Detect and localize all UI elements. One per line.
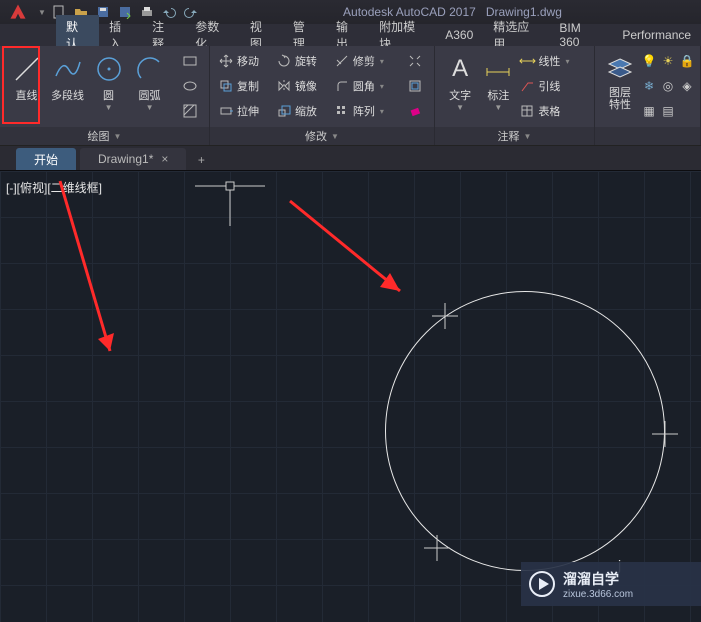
text-icon: A bbox=[443, 52, 477, 86]
scale-icon bbox=[276, 103, 292, 119]
quadrant-right-icon bbox=[650, 419, 680, 449]
tab-performance[interactable]: Performance bbox=[612, 25, 701, 45]
offset-icon[interactable] bbox=[404, 75, 426, 97]
drawing-area[interactable]: [-][俯视][二维线框] j 溜溜自学 zixue.3d66.com bbox=[0, 170, 701, 622]
make-current-icon: ▤ bbox=[660, 103, 676, 119]
trim-button[interactable]: 修剪▾ bbox=[334, 50, 400, 72]
circle-button[interactable]: 圆 ▼ bbox=[90, 50, 127, 112]
text-button[interactable]: A 文字 ▼ bbox=[443, 50, 477, 112]
linear-icon: ⟷ bbox=[519, 53, 535, 69]
ucs-icon bbox=[190, 176, 270, 236]
ribbon: 直线 多段线 圆 ▼ 圆弧 ▼ 绘图▼ bbox=[0, 46, 701, 146]
layers-icon bbox=[603, 52, 637, 86]
panel-modify: 移动 复制 拉伸 旋转 镜像 缩放 修剪▾ 圆角▾ 阵列▾ 修改▼ bbox=[210, 46, 435, 145]
app-menu-button[interactable] bbox=[0, 0, 36, 24]
arc-icon bbox=[133, 52, 167, 86]
table-button[interactable]: 表格 bbox=[519, 100, 586, 122]
table-icon bbox=[519, 103, 535, 119]
layer-properties-button[interactable]: 图层 特性 bbox=[603, 50, 637, 111]
panel-layers: 图层 特性 💡☀🔒 ❄◎◈ ▦▤ bbox=[595, 46, 701, 145]
rectangle-icon[interactable] bbox=[179, 50, 201, 72]
viewport-controls[interactable]: [-][俯视][二维线框] bbox=[6, 179, 102, 196]
ribbon-tabs: 默认 插入 注释 参数化 视图 管理 输出 附加模块 A360 精选应用 BIM… bbox=[0, 24, 701, 46]
mirror-button[interactable]: 镜像 bbox=[276, 75, 330, 97]
linear-dim-button[interactable]: ⟷线性▾ bbox=[519, 50, 586, 72]
erase-icon[interactable] bbox=[404, 100, 426, 122]
tab-a360[interactable]: A360 bbox=[435, 25, 483, 45]
app-menu-caret[interactable]: ▼ bbox=[38, 8, 46, 17]
circle-entity[interactable] bbox=[385, 291, 665, 571]
ellipse-icon[interactable] bbox=[179, 75, 201, 97]
move-icon bbox=[218, 53, 234, 69]
copy-icon bbox=[218, 78, 234, 94]
layer-match-row[interactable]: ▦▤ bbox=[641, 100, 695, 122]
move-button[interactable]: 移动 bbox=[218, 50, 272, 72]
circle-icon bbox=[92, 52, 126, 86]
new-tab-button[interactable]: + bbox=[190, 150, 212, 170]
array-icon bbox=[334, 103, 350, 119]
stretch-icon bbox=[218, 103, 234, 119]
hatch-icon[interactable] bbox=[179, 100, 201, 122]
play-icon bbox=[527, 569, 557, 599]
sun-icon: ☀ bbox=[660, 53, 676, 69]
layer-iso-icon: ◈ bbox=[679, 78, 695, 94]
document-tabs: 开始 Drawing1*× + bbox=[0, 146, 701, 170]
rotate-icon bbox=[276, 53, 292, 69]
panel-draw: 直线 多段线 圆 ▼ 圆弧 ▼ 绘图▼ bbox=[0, 46, 210, 145]
copy-button[interactable]: 复制 bbox=[218, 75, 272, 97]
array-button[interactable]: 阵列▾ bbox=[334, 100, 400, 122]
lock-icon: 🔒 bbox=[679, 53, 695, 69]
freeze-icon: ❄ bbox=[641, 78, 657, 94]
polyline-button[interactable]: 多段线 bbox=[49, 50, 86, 103]
panel-annotate: A 文字 ▼ 标注 ▼ ⟷线性▾ 引线 表格 注释▼ bbox=[435, 46, 595, 145]
dimension-icon bbox=[481, 52, 515, 86]
explode-icon[interactable] bbox=[404, 50, 426, 72]
chevron-down-icon[interactable]: ▼ bbox=[146, 103, 154, 112]
layer-tools-row[interactable]: ❄◎◈ bbox=[641, 75, 695, 97]
line-button[interactable]: 直线 bbox=[8, 50, 45, 103]
scale-button[interactable]: 缩放 bbox=[276, 100, 330, 122]
mirror-icon bbox=[276, 78, 292, 94]
panel-modify-title[interactable]: 修改▼ bbox=[210, 127, 434, 145]
tab-start[interactable]: 开始 bbox=[16, 148, 76, 170]
fillet-button[interactable]: 圆角▾ bbox=[334, 75, 400, 97]
rotate-button[interactable]: 旋转 bbox=[276, 50, 330, 72]
dimension-button[interactable]: 标注 ▼ bbox=[481, 50, 515, 112]
quadrant-top-icon bbox=[430, 301, 460, 331]
leader-icon bbox=[519, 78, 535, 94]
match-icon: ▦ bbox=[641, 103, 657, 119]
panel-annotate-title[interactable]: 注释▼ bbox=[435, 127, 594, 145]
close-icon[interactable]: × bbox=[161, 152, 168, 166]
leader-button[interactable]: 引线 bbox=[519, 75, 586, 97]
arc-button[interactable]: 圆弧 ▼ bbox=[131, 50, 168, 112]
layer-state-row[interactable]: 💡☀🔒 bbox=[641, 50, 695, 72]
layer-off-icon: ◎ bbox=[660, 78, 676, 94]
stretch-button[interactable]: 拉伸 bbox=[218, 100, 272, 122]
panel-layers-title bbox=[595, 127, 700, 145]
chevron-down-icon[interactable]: ▼ bbox=[105, 103, 113, 112]
panel-draw-title[interactable]: 绘图▼ bbox=[0, 127, 209, 145]
tab-drawing1[interactable]: Drawing1*× bbox=[80, 148, 186, 170]
polyline-icon bbox=[51, 52, 85, 86]
quadrant-bottom-icon bbox=[422, 533, 452, 563]
trim-icon bbox=[334, 53, 350, 69]
fillet-icon bbox=[334, 78, 350, 94]
line-icon bbox=[10, 52, 44, 86]
lightbulb-icon: 💡 bbox=[641, 53, 657, 69]
watermark: 溜溜自学 zixue.3d66.com bbox=[521, 562, 701, 606]
